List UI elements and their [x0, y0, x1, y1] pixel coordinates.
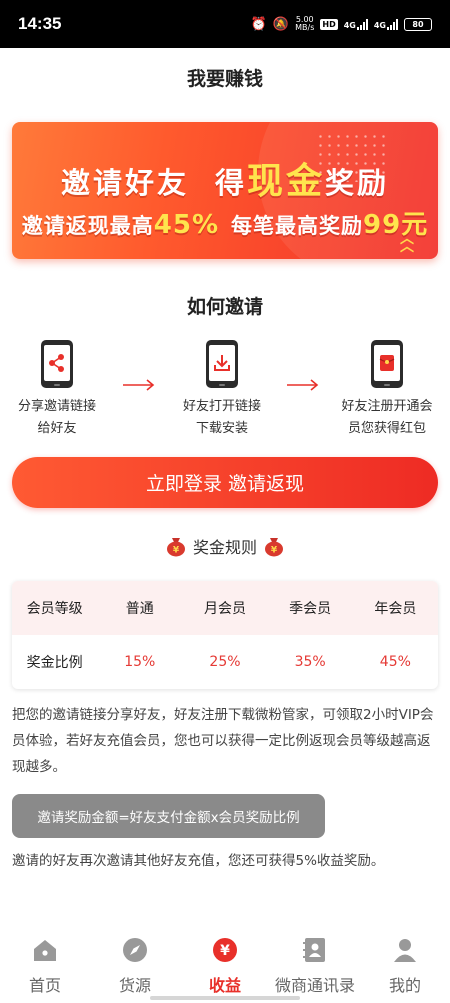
step-share: 分享邀请链接 给好友 — [0, 340, 127, 440]
rules-title: 奖金规则 — [192, 538, 257, 557]
table-row: 奖金比例 15% 25% 35% 45% — [12, 635, 438, 689]
red-envelope-icon — [379, 355, 395, 371]
table-cell: 35% — [294, 654, 326, 670]
network-speed: 5.00 MB/s — [295, 15, 315, 32]
battery-icon: 80 — [404, 17, 432, 31]
nav-label: 货源 — [118, 976, 151, 995]
svg-text:¥: ¥ — [173, 546, 180, 556]
table-header-cell: 月会员 — [203, 601, 246, 617]
nav-item-source[interactable]: 货源 — [90, 928, 180, 1003]
contacts-icon — [303, 938, 325, 962]
how-to-invite-title: 如何邀请 — [186, 296, 263, 318]
banner-highlight: 现金 — [247, 161, 326, 202]
banner-subline: 邀请返现最高45% 每笔最高奖励99元 — [21, 210, 429, 240]
alarm-icon: ⏰ — [250, 16, 267, 32]
step-download: 好友打开链接 下载安装 — [152, 340, 292, 440]
table-header-cell: 季会员 — [289, 601, 332, 617]
table-header-row: 会员等级 普通 月会员 季会员 年会员 — [12, 581, 438, 635]
nav-item-profile[interactable]: 我的 — [360, 928, 450, 1003]
profile-icon — [394, 939, 416, 962]
table-cell: 45% — [379, 654, 411, 670]
status-time: 14:35 — [18, 14, 62, 33]
nav-label: 我的 — [388, 976, 421, 995]
formula-box: 邀请奖励金额=好友支付金额x会员奖励比例 — [12, 794, 325, 838]
phone-icon — [371, 340, 403, 388]
compass-icon — [123, 938, 147, 962]
rules-description: 把您的邀请链接分享好友，好友注册下载微粉管家，可领取2小时VIP会员体验，若好友… — [12, 707, 434, 775]
reward-table: 会员等级 普通 月会员 季会员 年会员 奖金比例 15% 25% 35% 45% — [12, 581, 438, 689]
bottom-nav: 首页 货源 ¥ 收益 微商通讯录 我的 — [0, 928, 450, 1003]
status-bar: 14:35 ⏰ 🔕 5.00 MB/s HD 4G 4G 80 — [0, 0, 450, 48]
arrow-right-icon — [123, 379, 155, 391]
chevron-up-icon: ︿ ︿ — [400, 231, 414, 255]
bonus-description: 邀请的好友再次邀请其他好友充值，您还可获得5%收益奖励。 — [12, 853, 385, 869]
rules-heading: ¥ 奖金规则 ¥ — [0, 534, 450, 558]
svg-text:¥: ¥ — [220, 943, 230, 959]
signal-icon-2: 4G — [374, 18, 398, 30]
table-header-cell: 普通 — [125, 601, 154, 617]
svg-text:¥: ¥ — [271, 546, 278, 556]
hd-badge: HD — [320, 18, 338, 30]
table-row-label: 奖金比例 — [26, 655, 83, 671]
nav-item-contacts[interactable]: 微商通讯录 — [270, 928, 360, 1003]
mute-icon: 🔕 — [272, 16, 290, 32]
download-icon — [214, 355, 230, 371]
table-header-label: 会员等级 — [26, 601, 83, 617]
money-bag-icon: ¥ — [166, 538, 185, 557]
signal-icon: 4G — [344, 18, 368, 30]
invite-banner[interactable]: 邀请好友 得现金奖励 邀请返现最高45% 每笔最高奖励99元 ︿ ︿ — [12, 122, 438, 259]
phone-icon — [41, 340, 73, 388]
nav-label: 收益 — [208, 976, 241, 995]
nav-item-home[interactable]: 首页 — [0, 928, 90, 1003]
table-header-cell: 年会员 — [374, 601, 417, 617]
yen-icon: ¥ — [213, 938, 237, 962]
table-cell: 15% — [124, 654, 156, 670]
home-icon — [34, 940, 56, 961]
home-indicator[interactable] — [150, 996, 300, 1000]
phone-icon — [206, 340, 238, 388]
step-reward: 好友注册开通会 员您获得红包 — [317, 340, 450, 440]
arrow-right-icon — [287, 379, 319, 391]
nav-label: 首页 — [28, 976, 61, 995]
table-cell: 25% — [209, 654, 241, 670]
page-title: 我要赚钱 — [186, 68, 263, 90]
banner-headline: 邀请好友 得现金奖励 — [60, 161, 390, 202]
nav-label: 微商通讯录 — [274, 976, 355, 995]
status-icons: ⏰ 🔕 5.00 MB/s HD 4G 4G 80 — [251, 16, 432, 32]
money-bag-icon: ¥ — [265, 538, 283, 557]
login-invite-button[interactable]: 立即登录 邀请返现 — [12, 457, 438, 508]
share-icon — [49, 354, 64, 372]
nav-item-earnings[interactable]: ¥ 收益 — [180, 928, 270, 1003]
